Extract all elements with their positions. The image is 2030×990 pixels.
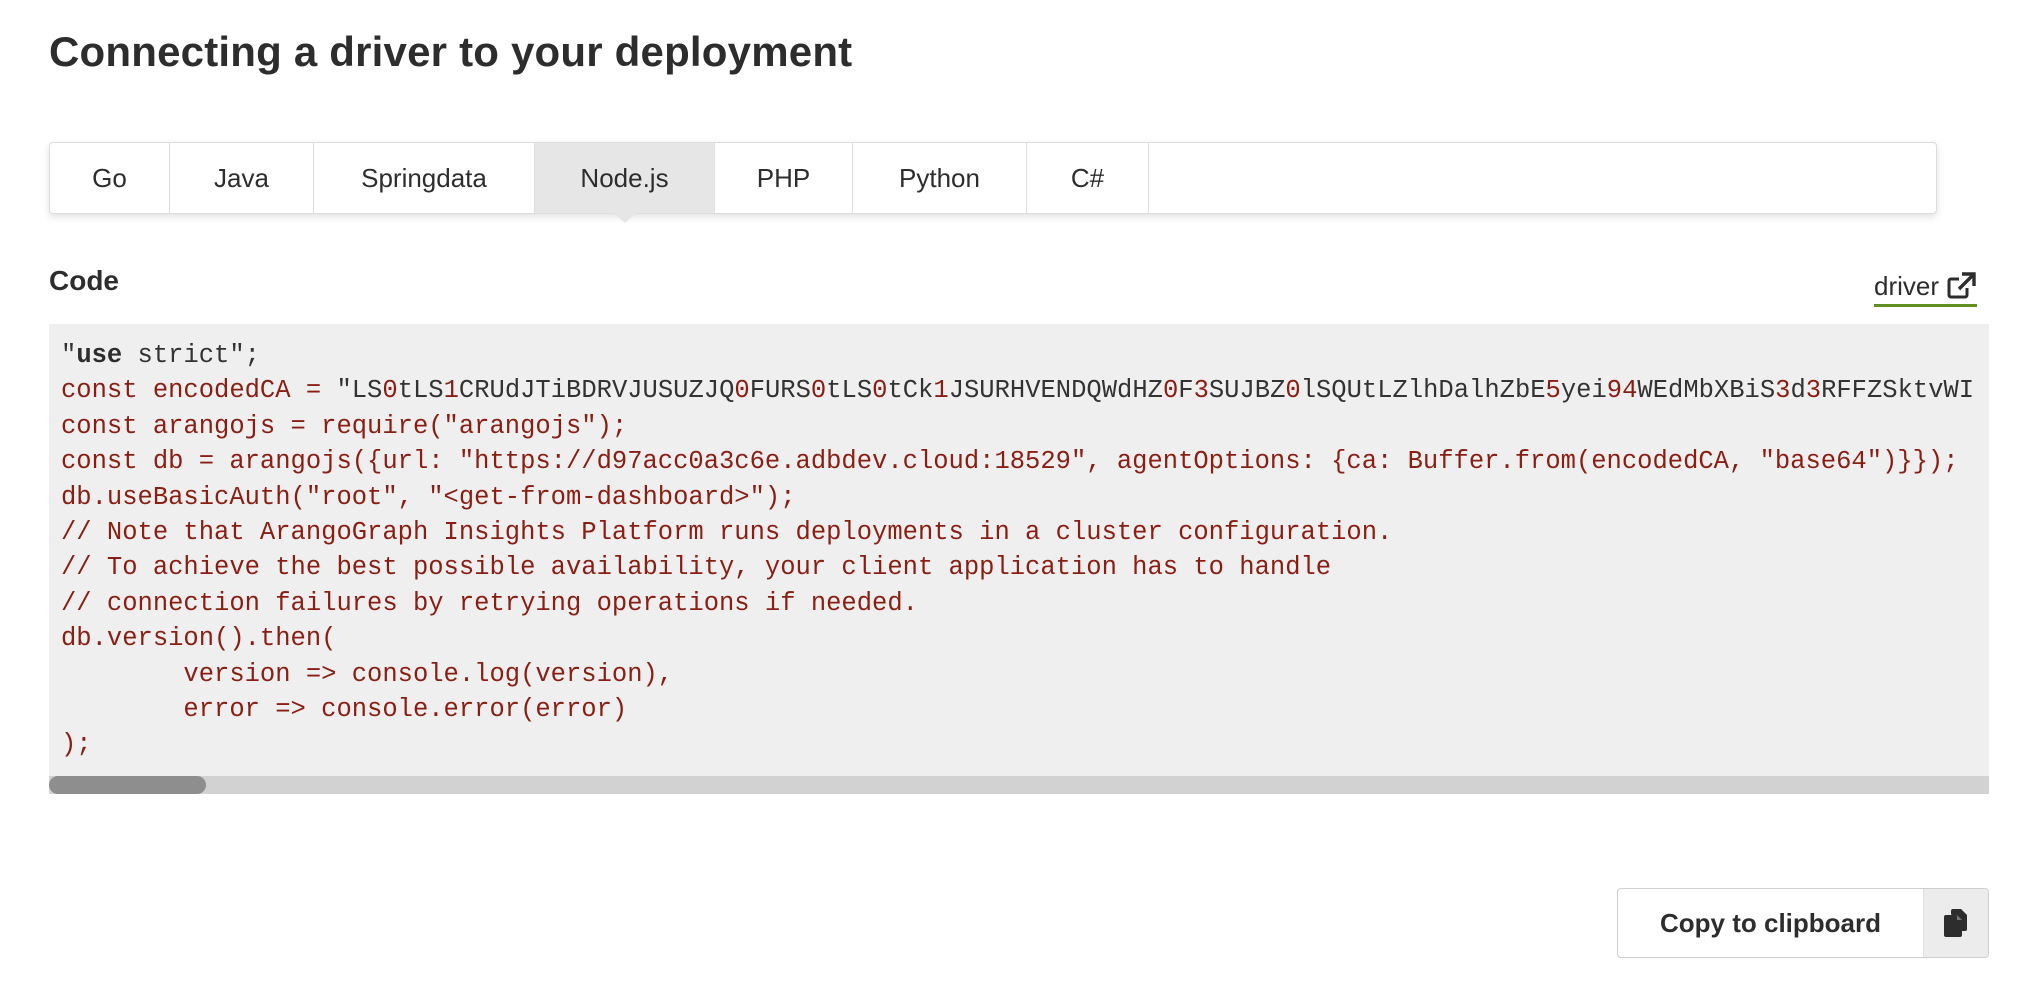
code-line-4: const db = arangojs({url: "https://d97ac… <box>61 447 1959 477</box>
tab-nodejs[interactable]: Node.js <box>535 143 715 223</box>
horizontal-scrollbar[interactable] <box>49 776 1989 794</box>
code-line-9: db.version().then( <box>61 624 337 654</box>
code-line-8: // connection failures by retrying opera… <box>61 588 918 618</box>
code-line-10: version => console.log(version), <box>61 659 674 689</box>
tab-csharp[interactable]: C# <box>1027 143 1149 213</box>
external-link-icon <box>1947 272 1977 300</box>
code-line-6: // Note that ArangoGraph Insights Platfo… <box>61 517 1393 547</box>
tab-php[interactable]: PHP <box>715 143 853 213</box>
copy-to-clipboard-button[interactable]: Copy to clipboard <box>1617 888 1989 958</box>
language-tabs: Go Java Springdata Node.js PHP Python C# <box>49 142 1937 223</box>
tab-go[interactable]: Go <box>50 143 170 213</box>
code-line-2: const encodedCA = "LS0tLS1CRUdJTiBDRVJUS… <box>61 376 1975 406</box>
code-line-1: "use strict"; <box>61 341 260 370</box>
tab-python[interactable]: Python <box>853 143 1027 213</box>
page: Connecting a driver to your deployment G… <box>0 0 2030 990</box>
code-section-label: Code <box>49 265 119 296</box>
clipboard-icon <box>1923 889 1988 957</box>
driver-link[interactable]: driver <box>1874 268 1978 307</box>
code-line-11: error => console.error(error) <box>61 694 628 724</box>
code-content: "use strict"; const encodedCA = "LS0tLS1C… <box>61 338 1974 763</box>
scrollbar-thumb[interactable] <box>49 776 206 794</box>
tab-springdata[interactable]: Springdata <box>314 143 535 213</box>
copy-button-label: Copy to clipboard <box>1660 907 1881 938</box>
tab-java[interactable]: Java <box>170 143 314 213</box>
code-line-12: ); <box>61 730 92 760</box>
code-line-3: const arangojs = require("arangojs"); <box>61 411 628 441</box>
code-line-5: db.useBasicAuth("root", "<get-from-dashb… <box>61 482 796 512</box>
code-block: "use strict"; const encodedCA = "LS0tLS1C… <box>49 324 1989 794</box>
driver-link-label: driver <box>1874 270 1940 301</box>
page-title: Connecting a driver to your deployment <box>49 28 853 75</box>
code-line-7: // To achieve the best possible availabi… <box>61 553 1332 583</box>
